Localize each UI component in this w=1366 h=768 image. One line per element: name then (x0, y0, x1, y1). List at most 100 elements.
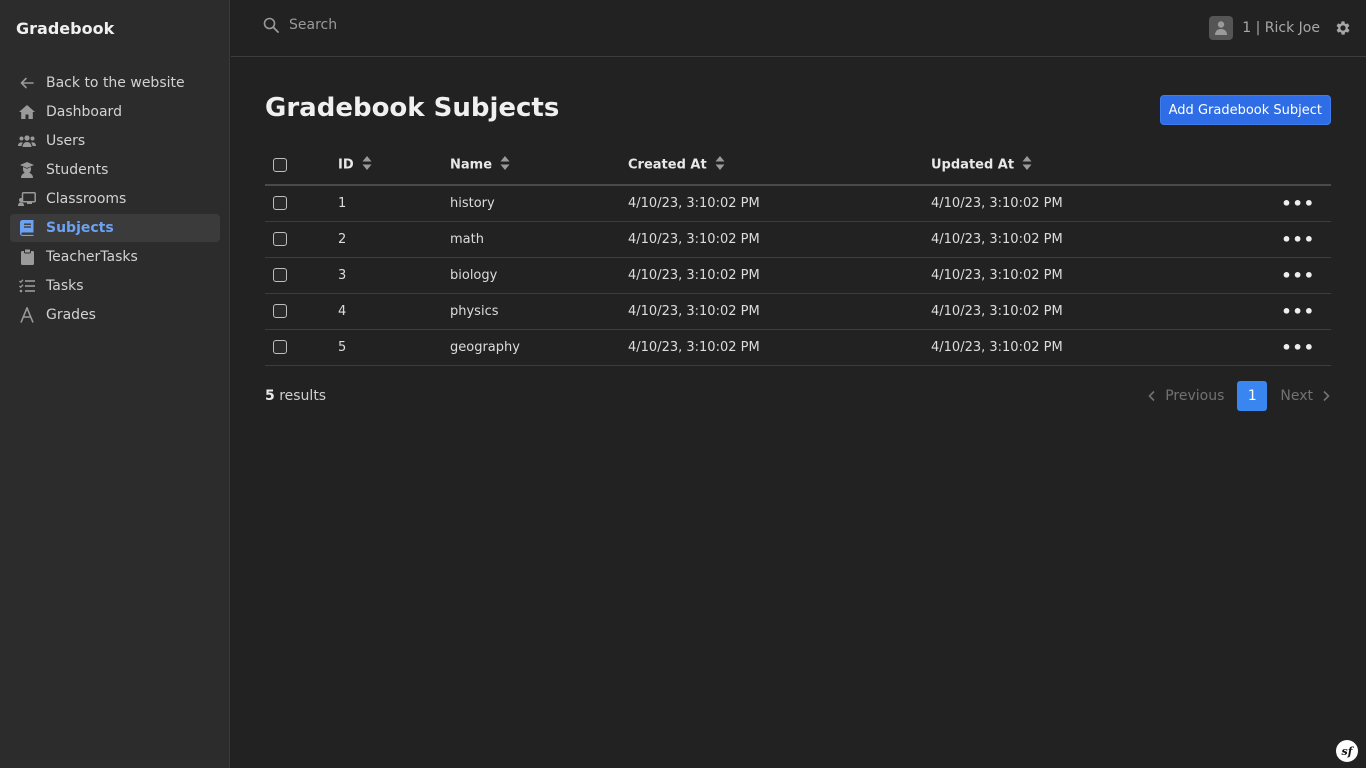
table-row: 2 math 4/10/23, 3:10:02 PM 4/10/23, 3:10… (265, 221, 1331, 257)
sort-icon[interactable] (362, 156, 372, 174)
cell-id: 4 (338, 303, 347, 319)
sidebar-item-classrooms[interactable]: Classrooms (10, 185, 220, 213)
sidebar-item-dashboard[interactable]: Dashboard (10, 98, 220, 126)
cell-created-at: 4/10/23, 3:10:02 PM (628, 267, 760, 283)
cell-name: history (450, 195, 495, 211)
users-icon (18, 132, 36, 150)
sidebar-item-teachertasks[interactable]: TeacherTasks (10, 243, 220, 271)
sidebar-item-subjects[interactable]: Subjects (10, 214, 220, 242)
user-menu[interactable]: 1 | Rick Joe (1209, 16, 1352, 40)
user-name[interactable]: 1 | Rick Joe (1242, 20, 1320, 36)
top-bar: 1 | Rick Joe (231, 0, 1366, 57)
sidebar-item-users[interactable]: Users (10, 127, 220, 155)
search-input[interactable] (289, 17, 589, 33)
column-header-id[interactable]: ID (338, 146, 450, 185)
sidebar-item-label: Classrooms (46, 191, 127, 207)
cell-updated-at: 4/10/23, 3:10:02 PM (931, 339, 1063, 355)
row-select-cell (265, 329, 338, 365)
sort-icon[interactable] (500, 156, 510, 174)
chevron-right-icon (1323, 390, 1330, 402)
chevron-left-icon (1148, 390, 1155, 402)
subjects-table: ID Name Created At Updated At 1 history … (265, 146, 1331, 366)
row-checkbox[interactable] (273, 232, 287, 246)
more-actions-icon[interactable]: ••• (1281, 302, 1315, 321)
sidebar-item-students[interactable]: Students (10, 156, 220, 184)
sidebar-item-back-to-website[interactable]: Back to the website (10, 69, 220, 97)
cell-updated-at: 4/10/23, 3:10:02 PM (931, 267, 1063, 283)
select-all-cell (265, 146, 338, 185)
row-select-cell (265, 221, 338, 257)
sort-icon[interactable] (1022, 156, 1032, 174)
add-subject-button[interactable]: Add Gradebook Subject (1159, 95, 1331, 125)
row-actions-cell: ••• (1261, 257, 1331, 293)
clipboard-icon (18, 248, 36, 266)
table-row: 5 geography 4/10/23, 3:10:02 PM 4/10/23,… (265, 329, 1331, 365)
sidebar-item-label: TeacherTasks (46, 249, 138, 265)
brand-title[interactable]: Gradebook (16, 19, 114, 38)
search-icon (263, 17, 279, 33)
table-header-row: ID Name Created At Updated At (265, 146, 1331, 185)
sidebar-item-tasks[interactable]: Tasks (10, 272, 220, 300)
graduate-icon (18, 161, 36, 179)
column-header-name[interactable]: Name (450, 146, 628, 185)
row-select-cell (265, 293, 338, 329)
page-button-current[interactable]: 1 (1237, 381, 1268, 411)
sidebar-item-label: Tasks (46, 278, 84, 294)
row-actions-cell: ••• (1261, 185, 1331, 221)
row-checkbox[interactable] (273, 304, 287, 318)
more-actions-icon[interactable]: ••• (1281, 266, 1315, 285)
column-label: Name (450, 157, 493, 173)
cell-updated-at: 4/10/23, 3:10:02 PM (931, 303, 1063, 319)
more-actions-icon[interactable]: ••• (1281, 338, 1315, 357)
column-label: Created At (628, 157, 707, 173)
sort-icon[interactable] (715, 156, 725, 174)
cell-name: math (450, 231, 484, 247)
actions-header (1261, 146, 1331, 185)
sidebar-item-grades[interactable]: Grades (10, 301, 220, 329)
sidebar-menu: Back to the website Dashboard Users Stud… (10, 69, 220, 330)
sidebar-item-label: Back to the website (46, 75, 185, 91)
gear-icon[interactable] (1334, 19, 1352, 37)
home-icon (18, 103, 36, 121)
row-checkbox[interactable] (273, 268, 287, 282)
column-label: Updated At (931, 157, 1015, 173)
more-actions-icon[interactable]: ••• (1281, 194, 1315, 213)
cell-id: 1 (338, 195, 347, 211)
row-checkbox[interactable] (273, 340, 287, 354)
table-row: 4 physics 4/10/23, 3:10:02 PM 4/10/23, 3… (265, 293, 1331, 329)
cell-created-at: 4/10/23, 3:10:02 PM (628, 231, 760, 247)
column-label: ID (338, 157, 354, 173)
row-actions-cell: ••• (1261, 329, 1331, 365)
sidebar-item-label: Subjects (46, 220, 114, 236)
user-icon (1215, 21, 1228, 35)
symfony-logo[interactable]: sf (1336, 740, 1358, 762)
pagination: Previous 1 Next (1147, 381, 1331, 411)
sidebar-item-label: Users (46, 133, 86, 149)
previous-label: Previous (1165, 388, 1225, 404)
cell-id: 2 (338, 231, 347, 247)
sidebar-item-label: Dashboard (46, 104, 122, 120)
arrow-left-icon (18, 74, 36, 92)
more-actions-icon[interactable]: ••• (1281, 230, 1315, 249)
row-actions-cell: ••• (1261, 221, 1331, 257)
next-page-button[interactable]: Next (1280, 388, 1331, 404)
row-select-cell (265, 257, 338, 293)
results-label: results (279, 388, 327, 404)
cell-name: geography (450, 339, 520, 355)
page-title: Gradebook Subjects (265, 93, 560, 123)
sidebar: Gradebook Back to the website Dashboard … (0, 0, 230, 768)
previous-page-button[interactable]: Previous (1147, 388, 1224, 404)
avatar[interactable] (1209, 16, 1234, 40)
row-checkbox[interactable] (273, 196, 287, 211)
cell-id: 3 (338, 267, 347, 283)
column-header-created-at[interactable]: Created At (628, 146, 931, 185)
sidebar-item-label: Students (46, 162, 109, 178)
next-label: Next (1280, 388, 1313, 404)
select-all-checkbox[interactable] (273, 158, 287, 172)
cell-name: biology (450, 267, 498, 283)
book-icon (18, 219, 36, 237)
column-header-updated-at[interactable]: Updated At (931, 146, 1261, 185)
cell-created-at: 4/10/23, 3:10:02 PM (628, 339, 760, 355)
results-number: 5 (265, 388, 275, 404)
letter-a-icon (18, 306, 36, 324)
